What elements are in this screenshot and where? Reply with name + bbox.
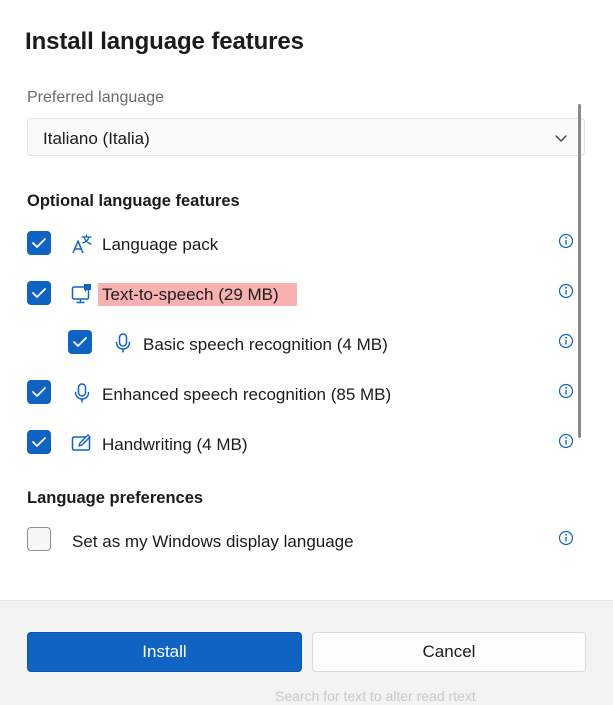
display-language-label: Set as my Windows display language <box>72 532 354 551</box>
feature-label-language-pack: Language pack <box>102 235 219 254</box>
checkmark-icon <box>32 387 46 397</box>
scrollbar[interactable] <box>578 104 581 438</box>
info-icon[interactable] <box>558 333 574 349</box>
info-icon[interactable] <box>558 383 574 399</box>
enhanced-speech-recognition-checkbox[interactable] <box>27 380 51 404</box>
info-icon[interactable] <box>558 433 574 449</box>
install-language-features-dialog: Install language features Preferred lang… <box>0 0 613 705</box>
text-to-speech-checkbox[interactable] <box>27 281 51 305</box>
preferred-language-label: Preferred language <box>27 89 164 106</box>
background-window-text: Search for text to alter read rtext <box>275 688 476 704</box>
display-language-checkbox[interactable] <box>27 527 51 551</box>
preferred-language-dropdown[interactable]: Italiano (Italia) <box>27 118 585 156</box>
chevron-down-icon <box>555 135 567 142</box>
microphone-icon <box>115 333 131 353</box>
dialog-title: Install language features <box>25 28 304 55</box>
feature-label-enhanced-speech-recognition: Enhanced speech recognition (85 MB) <box>102 385 392 404</box>
checkmark-icon <box>32 288 46 298</box>
checkmark-icon <box>32 238 46 248</box>
language-pack-checkbox[interactable] <box>27 231 51 255</box>
optional-features-heading: Optional language features <box>27 192 240 210</box>
language-pack-icon <box>72 234 92 254</box>
text-to-speech-icon <box>71 284 91 304</box>
checkmark-icon <box>32 437 46 447</box>
cancel-button[interactable]: Cancel <box>312 632 586 672</box>
install-button[interactable]: Install <box>27 632 302 672</box>
highlighted-text: Text-to-speech (29 MB) <box>98 283 297 306</box>
info-icon[interactable] <box>558 233 574 249</box>
feature-label-text-to-speech: Text-to-speech (29 MB) <box>98 283 297 306</box>
language-preferences-heading: Language preferences <box>27 489 204 507</box>
checkmark-icon <box>73 337 87 347</box>
info-icon[interactable] <box>558 530 574 546</box>
feature-label-basic-speech-recognition: Basic speech recognition (4 MB) <box>143 335 388 354</box>
microphone-icon <box>74 383 90 403</box>
handwriting-checkbox[interactable] <box>27 430 51 454</box>
info-icon[interactable] <box>558 283 574 299</box>
pen-icon <box>71 434 91 451</box>
basic-speech-recognition-checkbox[interactable] <box>68 330 92 354</box>
preferred-language-value: Italiano (Italia) <box>43 129 150 148</box>
feature-label-handwriting: Handwriting (4 MB) <box>102 435 248 454</box>
